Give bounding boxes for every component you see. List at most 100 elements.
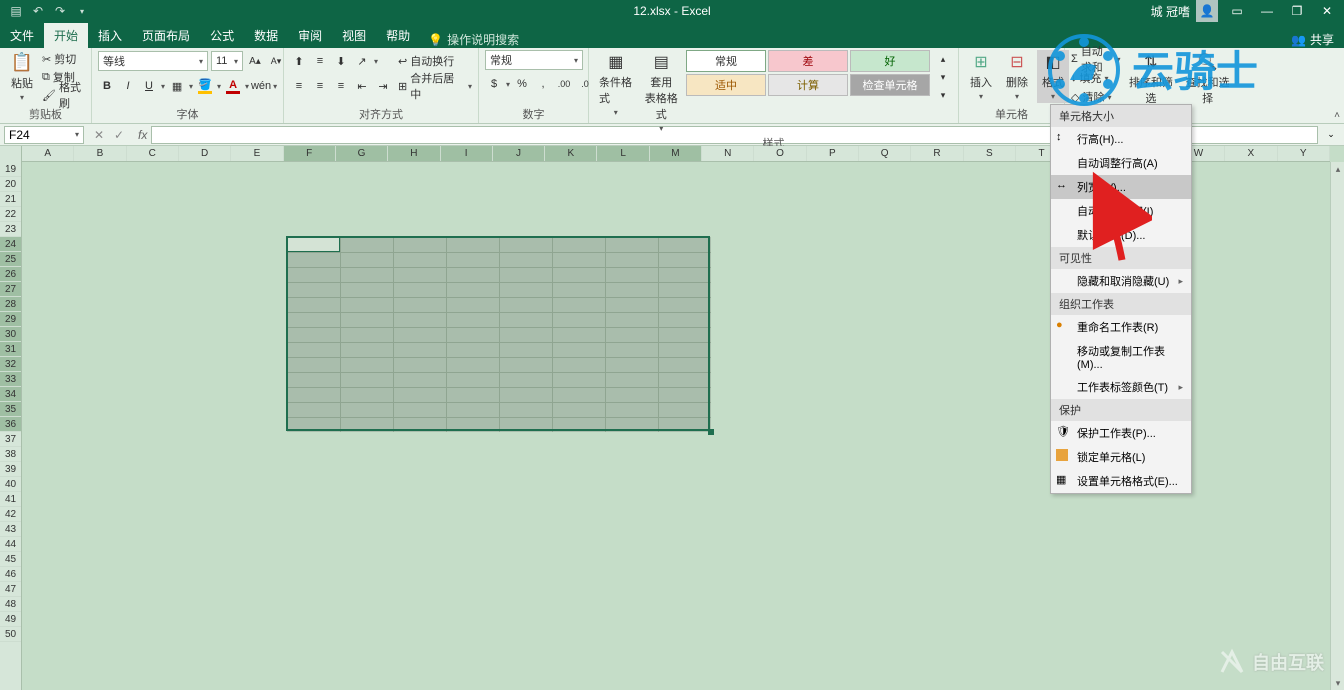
align-left-icon[interactable]: ≡ (290, 77, 308, 95)
styles-scroll-down-icon[interactable]: ▾ (934, 68, 952, 86)
name-box[interactable]: F24▾ (4, 126, 84, 144)
redo-icon[interactable]: ↷ (52, 3, 68, 19)
scroll-up-icon[interactable]: ▴ (1331, 162, 1344, 176)
font-color-button[interactable]: A (224, 77, 242, 95)
row-header-49[interactable]: 49 (0, 612, 21, 627)
format-painter-button[interactable]: 🖌格式刷 (42, 86, 85, 104)
col-header-D[interactable]: D (179, 146, 231, 161)
share-button[interactable]: 👥 共享 (1281, 31, 1344, 48)
format-as-table-button[interactable]: ▤ 套用 表格格式▾ (641, 50, 683, 135)
indent-decrease-icon[interactable]: ⇤ (353, 77, 371, 95)
underline-button[interactable]: U (140, 77, 158, 95)
maximize-icon[interactable]: ❐ (1286, 0, 1308, 22)
col-header-H[interactable]: H (388, 146, 440, 161)
vertical-scrollbar[interactable]: ▴ ▾ (1330, 162, 1344, 690)
decrease-font-icon[interactable]: A▾ (267, 52, 285, 70)
styles-scroll-up-icon[interactable]: ▴ (934, 50, 952, 68)
col-header-Y[interactable]: Y (1278, 146, 1330, 161)
conditional-format-button[interactable]: ▦ 条件格式▾ (595, 50, 637, 119)
menu-autofit-row[interactable]: 自动调整行高(A) (1051, 151, 1191, 175)
menu-default-width[interactable]: 默认列宽(D)... (1051, 223, 1191, 247)
qat-more-icon[interactable]: ▾ (74, 3, 90, 19)
style-neutral[interactable]: 适中 (686, 74, 766, 96)
find-select-button[interactable]: 🔍查找和选择 (1181, 50, 1234, 108)
fill-color-button[interactable]: 🪣 (196, 77, 214, 95)
comma-icon[interactable]: , (534, 75, 552, 93)
merge-center-button[interactable]: ⊞合并后居中▾ (398, 75, 472, 97)
styles-more-icon[interactable]: ▾ (934, 86, 952, 104)
menu-protect-sheet[interactable]: 🛡保护工作表(P)... (1051, 421, 1191, 445)
row-header-46[interactable]: 46 (0, 567, 21, 582)
collapse-ribbon-icon[interactable]: ˄ (1334, 110, 1340, 121)
menu-hide-unhide[interactable]: 隐藏和取消隐藏(U)▸ (1051, 269, 1191, 293)
row-header-20[interactable]: 20 (0, 177, 21, 192)
sort-filter-button[interactable]: ⇅排序和筛选 (1125, 50, 1178, 108)
tab-formulas[interactable]: 公式 (200, 23, 244, 48)
row-header-42[interactable]: 42 (0, 507, 21, 522)
menu-row-height[interactable]: ↕行高(H)... (1051, 127, 1191, 151)
tab-view[interactable]: 视图 (332, 23, 376, 48)
increase-decimal-icon[interactable]: .00 (555, 75, 573, 93)
tell-me-search[interactable]: 💡 操作说明搜索 (420, 31, 527, 48)
save-icon[interactable]: ▤ (8, 3, 24, 19)
menu-format-cells[interactable]: ▦设置单元格格式(E)... (1051, 469, 1191, 493)
row-header-44[interactable]: 44 (0, 537, 21, 552)
col-header-B[interactable]: B (74, 146, 126, 161)
indent-increase-icon[interactable]: ⇥ (374, 77, 392, 95)
style-calculation[interactable]: 计算 (768, 74, 848, 96)
orientation-icon[interactable]: ↗ (353, 52, 371, 70)
col-header-K[interactable]: K (545, 146, 597, 161)
italic-button[interactable]: I (119, 77, 137, 95)
accounting-icon[interactable]: $ (485, 75, 503, 93)
menu-lock-cell[interactable]: 锁定单元格(L) (1051, 445, 1191, 469)
cut-button[interactable]: ✂剪切 (42, 50, 85, 68)
row-header-32[interactable]: 32 (0, 357, 21, 372)
tab-home[interactable]: 开始 (44, 23, 88, 48)
minimize-icon[interactable]: — (1256, 0, 1278, 22)
undo-icon[interactable]: ↶ (30, 3, 46, 19)
row-header-36[interactable]: 36 (0, 417, 21, 432)
row-header-29[interactable]: 29 (0, 312, 21, 327)
cancel-formula-icon[interactable]: ✕ (90, 126, 108, 144)
font-name-select[interactable]: 等线▾ (98, 51, 208, 71)
col-header-O[interactable]: O (754, 146, 806, 161)
row-header-47[interactable]: 47 (0, 582, 21, 597)
phonetic-button[interactable]: wén (252, 77, 270, 95)
row-header-31[interactable]: 31 (0, 342, 21, 357)
col-header-N[interactable]: N (702, 146, 754, 161)
col-header-X[interactable]: X (1225, 146, 1277, 161)
row-header-27[interactable]: 27 (0, 282, 21, 297)
col-header-Q[interactable]: Q (859, 146, 911, 161)
scroll-down-icon[interactable]: ▾ (1331, 676, 1344, 690)
row-header-25[interactable]: 25 (0, 252, 21, 267)
row-header-39[interactable]: 39 (0, 462, 21, 477)
col-header-J[interactable]: J (493, 146, 545, 161)
autosum-button[interactable]: Σ自动求和▾ (1071, 50, 1121, 68)
row-header-23[interactable]: 23 (0, 222, 21, 237)
style-bad[interactable]: 差 (768, 50, 848, 72)
user-account[interactable]: 城 冠嗜 👤 (1151, 0, 1218, 22)
bold-button[interactable]: B (98, 77, 116, 95)
col-header-L[interactable]: L (597, 146, 649, 161)
tab-review[interactable]: 审阅 (288, 23, 332, 48)
row-header-28[interactable]: 28 (0, 297, 21, 312)
col-header-M[interactable]: M (650, 146, 702, 161)
tab-file[interactable]: 文件 (0, 23, 44, 48)
fill-button[interactable]: ↓填充▾ (1071, 69, 1121, 87)
col-header-F[interactable]: F (284, 146, 336, 161)
row-header-19[interactable]: 19 (0, 162, 21, 177)
row-header-33[interactable]: 33 (0, 372, 21, 387)
row-header-41[interactable]: 41 (0, 492, 21, 507)
col-header-C[interactable]: C (127, 146, 179, 161)
align-center-icon[interactable]: ≡ (311, 77, 329, 95)
row-header-26[interactable]: 26 (0, 267, 21, 282)
row-header-37[interactable]: 37 (0, 432, 21, 447)
tab-data[interactable]: 数据 (244, 23, 288, 48)
wrap-text-button[interactable]: ↩自动换行 (398, 50, 472, 72)
row-header-45[interactable]: 45 (0, 552, 21, 567)
ribbon-options-icon[interactable]: ▭ (1226, 0, 1248, 22)
row-header-43[interactable]: 43 (0, 522, 21, 537)
align-top-icon[interactable]: ⬆ (290, 52, 308, 70)
menu-column-width[interactable]: ↔列宽(W)... (1051, 175, 1191, 199)
insert-cells-button[interactable]: ⊞插入▾ (965, 50, 997, 103)
